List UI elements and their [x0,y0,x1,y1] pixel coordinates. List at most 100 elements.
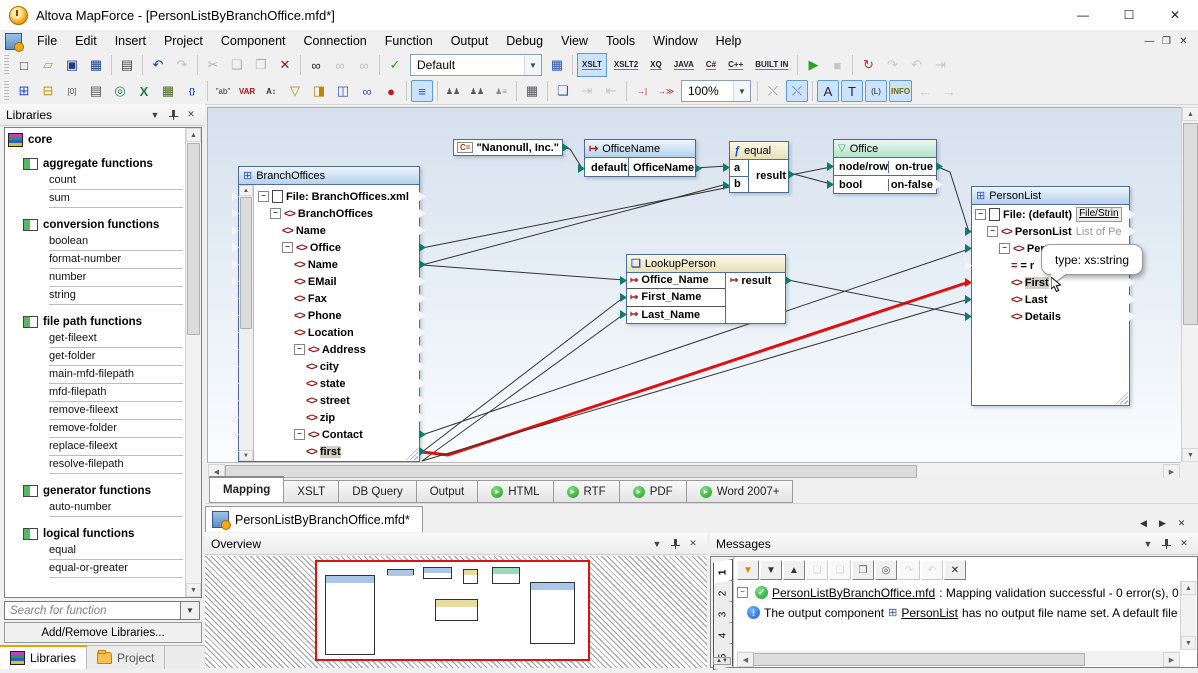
csharp-button[interactable]: C# [701,53,721,77]
connection-branch.Name2-to-equal.b[interactable] [422,184,727,265]
input-connector-contact[interactable] [232,430,239,439]
output-connector-zip[interactable] [419,413,426,422]
toolbar-grip[interactable] [3,55,9,75]
function-boolean[interactable]: boolean [49,233,183,251]
officename-input-connector[interactable] [578,164,585,173]
component-lookupperson[interactable]: ❏LookupPerson↦Office_Name↦First_Name↦Las… [626,254,786,324]
seek-step-1[interactable]: →| [631,80,653,102]
input-connector-zip[interactable] [232,413,239,422]
copy-all-messages[interactable]: ❐ [852,560,874,580]
input-connector-location[interactable] [232,328,239,337]
menu-project[interactable]: Project [155,32,212,50]
lookup-result-connector[interactable] [785,276,792,285]
input-connector-city[interactable] [232,362,239,371]
insert-edi[interactable]: [0] [61,80,83,102]
expand-box[interactable]: − [258,191,269,202]
connection-branch.last-to-lookup.Last_Name[interactable] [422,314,624,461]
tree-row-last[interactable]: <>Last [975,291,1127,308]
tree-row-first[interactable]: <>first [254,443,417,460]
personlist-output-last[interactable] [1129,295,1136,304]
tree-row-phone[interactable]: <>Phone [254,307,417,324]
find-in-messages[interactable]: ◎ [875,560,897,580]
toggle-tips[interactable]: INFO [889,80,912,102]
input-connector-name[interactable] [232,260,239,269]
start-debugging[interactable]: ↻ [857,54,879,76]
insert-excel[interactable]: X [133,80,155,102]
output-connector-city[interactable] [419,362,426,371]
menu-insert[interactable]: Insert [106,32,155,50]
generate-code-batch-1[interactable]: ♟♟ [442,80,464,102]
msg-scroll-left[interactable]: ◀ [737,652,754,667]
equal-result-connector[interactable] [788,170,795,179]
xslt1-button[interactable]: XSLT [577,53,607,77]
input-connector-state[interactable] [232,379,239,388]
output-connector-phone[interactable] [419,311,426,320]
constant-output-connector[interactable] [562,143,569,152]
menu-function[interactable]: Function [376,32,442,50]
show-component-tables[interactable]: ▦ [521,80,543,102]
insert-output[interactable]: ⇤ [600,80,622,102]
result-tab-rtf[interactable]: ▸RTF [554,480,620,503]
new-file[interactable]: □ [13,54,35,76]
canvas-vscroll-thumb[interactable] [1183,123,1198,325]
expand-box[interactable]: − [270,208,281,219]
personlist-input-first[interactable] [965,278,972,287]
officename-name-cell[interactable]: OfficeName [629,162,695,174]
align-components[interactable]: ≡ [411,80,433,102]
scroll-tabs-left-button[interactable]: ◀ [1135,515,1152,532]
maximize-button[interactable]: ☐ [1106,0,1152,30]
transformation-profile-combo-arrow[interactable]: ▼ [524,55,541,75]
component-officename[interactable]: ↦OfficeNamedefaultOfficeName [584,139,696,177]
function-group-aggregate-functions[interactable]: aggregate functions [23,158,201,170]
connection-filter.on_true-to-person.PersonList[interactable] [938,167,969,232]
output-connector-branchoffices[interactable] [419,209,426,218]
output-connector-email[interactable] [419,277,426,286]
personlist-output-details[interactable] [1129,312,1136,321]
insert-database[interactable]: ⊟ [37,80,59,102]
tree-row-email[interactable]: <>EMail [254,273,417,290]
document-tab[interactable]: PersonListByBranchOffice.mfd* [205,506,423,532]
equal-input-a-connector[interactable] [723,163,730,172]
tree-row-location[interactable]: <>Location [254,324,417,341]
input-connector-street[interactable] [232,396,239,405]
function-search-input[interactable]: Search for function [4,601,181,620]
copy-message-and-children[interactable]: ❏ [829,560,851,580]
menu-output[interactable]: Output [442,32,498,50]
save-file[interactable]: ▣ [61,54,83,76]
overview-close-button[interactable]: ✕ [685,536,701,551]
close-document-button[interactable]: ✕ [1173,515,1190,532]
library-core[interactable]: core [8,133,201,147]
menu-help[interactable]: Help [707,32,751,50]
insert-constant[interactable]: "ab" [212,80,234,102]
copy-message[interactable]: ❏ [806,560,828,580]
function-string[interactable]: string [49,287,183,305]
tree-row-state[interactable]: <>state [254,375,417,392]
function-count[interactable]: count [49,172,183,190]
tree-row-address[interactable]: −<>Address [254,341,417,358]
scroll-up-arrow[interactable]: ▲ [1182,107,1198,121]
lookup-input-First_Name[interactable]: ↦First_Name [627,289,725,306]
output-connector-file: branchoffices.xml[interactable] [419,192,426,201]
messages-vscrollbar[interactable]: ▲▼ [1180,581,1196,650]
messages-hscrollbar[interactable]: ◀▶ [737,651,1180,666]
validate-mapping[interactable]: ✓ [384,54,406,76]
tree-row-contact[interactable]: −<>Contact [254,426,417,443]
file-string-button[interactable]: File/Strin [1076,207,1121,222]
personlist-output-first[interactable] [1129,278,1136,287]
result-tab-mapping[interactable]: Mapping [209,476,284,503]
connect-matching-children[interactable]: ⤬ [762,80,784,102]
mdi-close-button[interactable]: ✕ [1175,34,1192,49]
menu-tools[interactable]: Tools [597,32,644,50]
personlist-input-details[interactable] [965,312,972,321]
function-sum[interactable]: sum [49,190,183,208]
new-design[interactable]: ❏ [552,80,574,102]
connection-lookup.result-to-person.Details[interactable] [788,280,969,316]
result-tab-output[interactable]: Output [417,480,479,503]
menu-component[interactable]: Component [212,32,295,50]
function-get-folder[interactable]: get-folder [49,348,183,366]
function-replace-fileext[interactable]: replace-fileext [49,438,183,456]
lookup-input-Office_Name-connector[interactable] [620,276,627,285]
tree-row-name[interactable]: <>Name [254,222,417,239]
find-previous-message[interactable]: ↶ [921,560,943,580]
mapping-settings[interactable]: ▦ [546,54,568,76]
